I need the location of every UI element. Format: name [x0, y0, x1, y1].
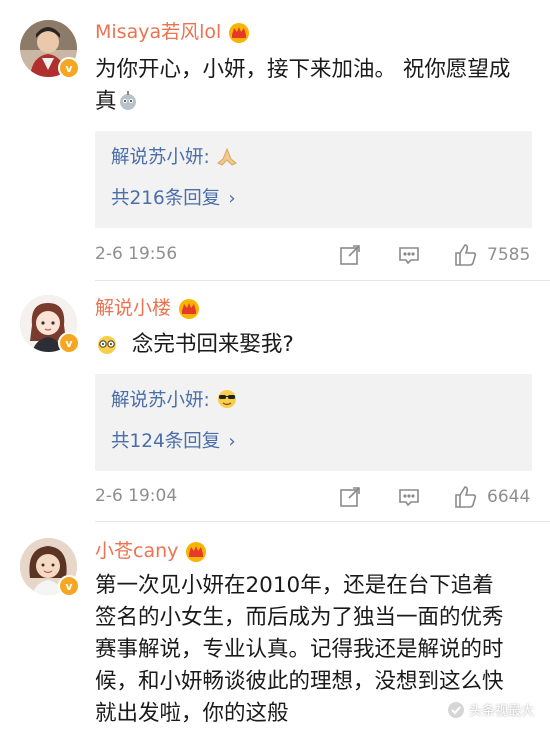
- comment-text: 念完书回来娶我?: [95, 329, 525, 361]
- like-count: 7585: [487, 245, 531, 265]
- comment-item: v Misaya若风lol 为你开心，小妍，接下来加油。 祝你愿望成真 解说苏小…: [0, 0, 550, 285]
- comment-text-content: 第一次见小妍在2010年，还是在台下追着签名的小女生，而后成为了独当一面的优秀赛…: [95, 573, 504, 726]
- avatar-wrap[interactable]: v: [20, 538, 80, 597]
- nerd-emoji-icon: [98, 336, 116, 354]
- sunglasses-emoji-icon: [217, 390, 236, 408]
- chevron-right-icon: ›: [228, 431, 236, 452]
- comment-button[interactable]: [397, 482, 421, 512]
- reply-author[interactable]: 解说苏小妍:: [111, 390, 210, 411]
- reply-preview[interactable]: 解说苏小妍: 共124条回复 ›: [95, 374, 532, 471]
- comment-text-content: 为你开心，小妍，接下来加油。 祝你愿望成真: [95, 57, 511, 114]
- username[interactable]: Misaya若风lol: [95, 17, 221, 47]
- verified-badge-icon: v: [58, 57, 80, 79]
- chevron-right-icon: ›: [228, 188, 236, 209]
- thumbs-up-icon: [455, 486, 477, 508]
- praying-hands-emoji-icon: [216, 147, 237, 166]
- avatar-wrap[interactable]: v: [20, 20, 80, 79]
- share-icon: [340, 487, 360, 507]
- reply-preview[interactable]: 解说苏小妍: 共216条回复 ›: [95, 131, 532, 228]
- timestamp: 2-6 19:04: [95, 486, 178, 506]
- comment-text-content: 念完书回来娶我?: [131, 332, 294, 357]
- reply-count-link[interactable]: 共124条回复: [111, 431, 220, 452]
- watermark-logo-icon: [447, 701, 464, 718]
- comment-button[interactable]: [397, 240, 421, 270]
- comment-text: 第一次见小妍在2010年，还是在台下追着签名的小女生，而后成为了独当一面的优秀赛…: [95, 570, 505, 730]
- watermark: 头条视最大: [447, 700, 534, 719]
- share-icon: [340, 245, 360, 265]
- vip-crown-icon: [229, 23, 250, 43]
- verified-badge-icon: v: [58, 575, 80, 597]
- verified-badge-icon: v: [58, 332, 80, 354]
- share-button[interactable]: [338, 240, 362, 270]
- vip-crown-icon: [186, 542, 207, 562]
- comment-icon: [399, 247, 419, 265]
- robot-emoji-icon: [119, 91, 136, 110]
- like-button[interactable]: 7585: [453, 240, 530, 270]
- comment-item: v 解说小楼 念完书回来娶我? 解说苏小妍: 共124条回复 › 2-6 19:…: [0, 281, 550, 521]
- reply-author[interactable]: 解说苏小妍:: [111, 147, 210, 168]
- timestamp: 2-6 19:56: [95, 244, 178, 264]
- watermark-text: 头条视最大: [468, 704, 534, 719]
- share-button[interactable]: [338, 482, 362, 512]
- vip-crown-icon: [179, 299, 200, 319]
- username[interactable]: 解说小楼: [95, 293, 171, 323]
- comment-icon: [399, 489, 419, 507]
- reply-count-link[interactable]: 共216条回复: [111, 188, 220, 209]
- like-count: 6644: [487, 487, 531, 507]
- comment-text: 为你开心，小妍，接下来加油。 祝你愿望成真: [95, 54, 525, 118]
- like-button[interactable]: 6644: [453, 482, 530, 512]
- username[interactable]: 小苍cany: [95, 536, 178, 566]
- avatar-wrap[interactable]: v: [20, 295, 80, 354]
- thumbs-up-icon: [455, 244, 477, 266]
